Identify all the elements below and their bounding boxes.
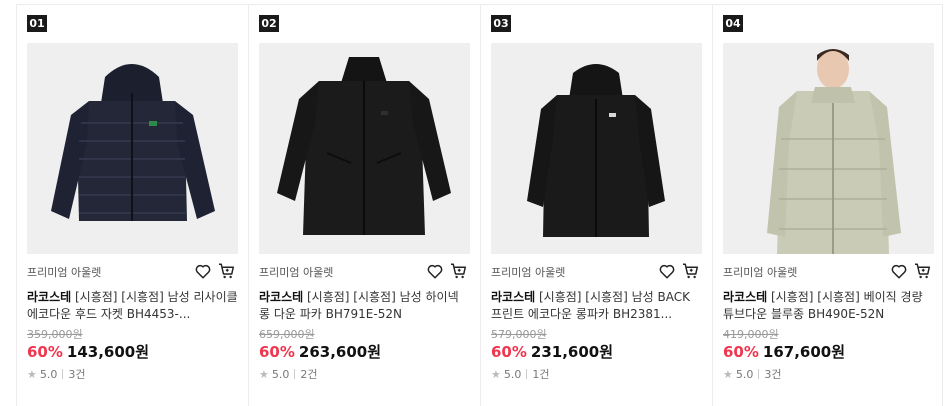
- product-title[interactable]: 라코스테 [시흥점] [시흥점] 남성 BACK 프린트 에코다운 롱파카 BH…: [491, 289, 702, 323]
- rating-value: 5.0: [735, 367, 754, 381]
- sale-price: 231,600원: [530, 343, 614, 361]
- heart-icon[interactable]: [890, 262, 908, 280]
- original-price: 419,000원: [723, 328, 779, 341]
- cart-icon[interactable]: [217, 262, 236, 280]
- divider: [62, 369, 64, 379]
- rating-row: ★ 5.0 3건: [27, 366, 86, 382]
- product-image[interactable]: [491, 43, 702, 254]
- product-title[interactable]: 라코스테 [시흥점] [시흥점] 남성 리사이클 에코다운 후드 자켓 BH44…: [27, 289, 238, 323]
- product-image[interactable]: [27, 43, 238, 254]
- discount-rate: 60%: [491, 343, 527, 361]
- product-image[interactable]: [723, 43, 934, 254]
- long-parka-illustration: [491, 43, 702, 254]
- rank-badge: 03: [491, 15, 511, 32]
- product-title[interactable]: 라코스테 [시흥점] [시흥점] 남성 하이넥 롱 다운 파카 BH791E-5…: [259, 289, 470, 323]
- product-card[interactable]: 02 프리미엄 아울렛 라코스테 [시흥점] [시흥점] 남성 하이넥 롱 다운…: [249, 4, 481, 406]
- price-row: 60% 263,600원: [259, 341, 381, 362]
- cart-icon[interactable]: [449, 262, 468, 280]
- price-row: 60% 143,600원: [27, 341, 149, 362]
- divider: [294, 369, 296, 379]
- product-card[interactable]: 01 프리미엄 아울렛 라코스테 [시흥점] [시흥점] 남성 리사이클 에코다…: [17, 4, 249, 406]
- product-card[interactable]: 04 프리미엄 아울렛 라코스테 [시흥점] [시흥점] 베이직 경량 튜브다운…: [713, 4, 943, 406]
- meta-row: 프리미엄 아울렛: [723, 261, 934, 283]
- price-row: 60% 231,600원: [491, 341, 613, 362]
- rank-badge: 01: [27, 15, 47, 32]
- sale-price: 167,600원: [762, 343, 846, 361]
- product-title[interactable]: 라코스테 [시흥점] [시흥점] 베이직 경량 튜브다운 블루종 BH490E-…: [723, 289, 934, 323]
- review-count: 3건: [764, 368, 782, 381]
- star-icon: ★: [259, 367, 269, 381]
- jacket-illustration: [27, 43, 238, 254]
- rating-value: 5.0: [39, 367, 58, 381]
- store-label: 프리미엄 아울렛: [491, 266, 566, 279]
- original-price: 579,000원: [491, 328, 547, 341]
- heart-icon[interactable]: [194, 262, 212, 280]
- rating-row: ★ 5.0 1건: [491, 366, 550, 382]
- cart-icon[interactable]: [913, 262, 932, 280]
- brand-name: 라코스테: [259, 290, 304, 304]
- heart-icon[interactable]: [426, 262, 444, 280]
- star-icon: ★: [491, 367, 501, 381]
- meta-row: 프리미엄 아울렛: [491, 261, 702, 283]
- review-count: 2건: [300, 368, 318, 381]
- heart-icon[interactable]: [658, 262, 676, 280]
- review-count: 3건: [68, 368, 86, 381]
- product-image[interactable]: [259, 43, 470, 254]
- divider: [526, 369, 528, 379]
- discount-rate: 60%: [723, 343, 759, 361]
- brand-name: 라코스테: [723, 290, 768, 304]
- sale-price: 143,600원: [66, 343, 150, 361]
- divider: [758, 369, 760, 379]
- price-row: 60% 167,600원: [723, 341, 845, 362]
- original-price: 659,000원: [259, 328, 315, 341]
- review-count: 1건: [532, 368, 550, 381]
- rating-value: 5.0: [271, 367, 290, 381]
- product-grid: 01 프리미엄 아울렛 라코스테 [시흥점] [시흥점] 남성 리사이클 에코다…: [16, 4, 946, 406]
- brand-name: 라코스테: [491, 290, 536, 304]
- sale-price: 263,600원: [298, 343, 382, 361]
- parka-illustration: [259, 43, 470, 254]
- brand-name: 라코스테: [27, 290, 72, 304]
- meta-row: 프리미엄 아울렛: [27, 261, 238, 283]
- store-label: 프리미엄 아울렛: [27, 266, 102, 279]
- rank-badge: 04: [723, 15, 743, 32]
- store-label: 프리미엄 아울렛: [259, 266, 334, 279]
- star-icon: ★: [27, 367, 37, 381]
- discount-rate: 60%: [27, 343, 63, 361]
- meta-row: 프리미엄 아울렛: [259, 261, 470, 283]
- discount-rate: 60%: [259, 343, 295, 361]
- rating-row: ★ 5.0 2건: [259, 366, 318, 382]
- rating-value: 5.0: [503, 367, 522, 381]
- star-icon: ★: [723, 367, 733, 381]
- rating-row: ★ 5.0 3건: [723, 366, 782, 382]
- rank-badge: 02: [259, 15, 279, 32]
- cart-icon[interactable]: [681, 262, 700, 280]
- model-blouson-illustration: [723, 43, 934, 254]
- product-card[interactable]: 03 프리미엄 아울렛 라코스테 [시흥점] [시흥점] 남성 BACK 프린트…: [481, 4, 713, 406]
- original-price: 359,000원: [27, 328, 83, 341]
- store-label: 프리미엄 아울렛: [723, 266, 798, 279]
